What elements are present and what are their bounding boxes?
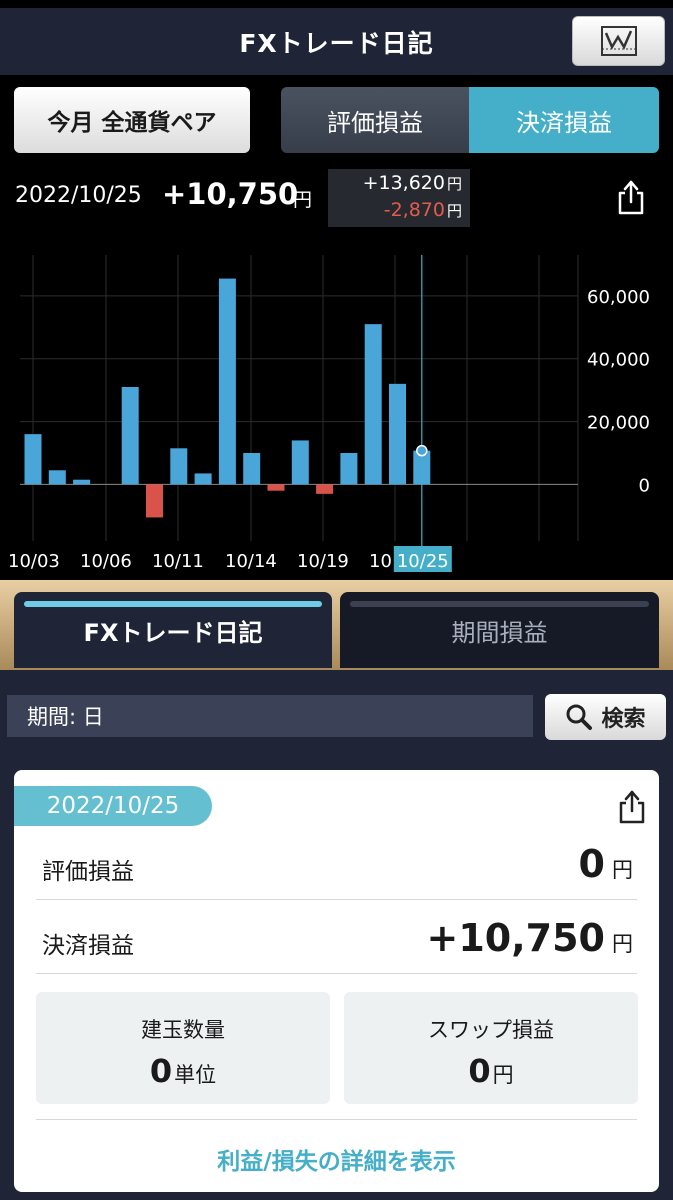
tab-label: FXトレード日記 xyxy=(83,618,263,647)
bar xyxy=(146,484,163,518)
positions-value-line: 0単位 xyxy=(36,1052,330,1090)
bar xyxy=(73,479,91,485)
app-header: FXトレード日記 xyxy=(0,0,673,75)
bar xyxy=(170,448,188,485)
search-button-label: 検索 xyxy=(601,707,646,732)
bar xyxy=(121,387,139,485)
card-date: 2022/10/25 xyxy=(14,786,212,826)
positions-box: 建玉数量 0単位 xyxy=(36,992,330,1104)
valuation-pl-unit: 円 xyxy=(612,858,633,882)
y-tick-label: 20,000 xyxy=(587,413,650,434)
tab-label: 期間損益 xyxy=(451,618,548,647)
share-icon[interactable] xyxy=(614,177,648,221)
x-tick-label: 10/06 xyxy=(80,551,132,572)
tab-period-pl[interactable]: 期間損益 xyxy=(340,592,659,668)
bar xyxy=(218,278,236,485)
period-select[interactable]: 期間: 日 xyxy=(7,695,533,737)
search-icon xyxy=(566,704,593,730)
valuation-pl-value: 0 xyxy=(578,842,605,886)
daily-detail-card: 2022/10/25 評価損益 0 円 決済損益 +10,750 円 建玉数量 … xyxy=(14,770,659,1192)
show-pl-details-link[interactable]: 利益/損失の詳細を表示 xyxy=(14,1142,659,1176)
chart-mode-button[interactable] xyxy=(572,16,665,66)
settled-pl-unit: 円 xyxy=(612,932,633,956)
tab-inactive-indicator xyxy=(350,601,649,607)
swap-unit: 円 xyxy=(492,1063,514,1087)
bar xyxy=(389,383,406,485)
tab-fx-trade-diary[interactable]: FXトレード日記 xyxy=(14,592,332,668)
summary-total: +10,750 xyxy=(162,177,299,211)
settled-pl-row: 決済損益 +10,750 円 xyxy=(36,900,637,974)
profit-loss-breakdown: +13,620 円 -2,870 円 xyxy=(328,169,470,227)
bar xyxy=(194,473,212,485)
chart-controls: 今月 全通貨ペア 評価損益 決済損益 xyxy=(0,75,673,163)
bar xyxy=(267,484,285,491)
detail-section: 2022/10/25 評価損益 0 円 決済損益 +10,750 円 建玉数量 … xyxy=(0,756,673,1200)
bar xyxy=(48,470,66,485)
segment-settled-pl[interactable]: 決済損益 xyxy=(469,87,659,153)
selected-day-summary: 2022/10/25 +10,750 円 +13,620 円 -2,870 円 xyxy=(0,163,673,233)
selected-point xyxy=(416,444,428,457)
line-chart-icon xyxy=(600,26,637,56)
segment-valuation-pl[interactable]: 評価損益 xyxy=(281,87,469,153)
y-tick-label: 60,000 xyxy=(587,287,650,308)
tab-active-indicator xyxy=(24,601,322,607)
x-tick-label: 10/03 xyxy=(8,551,60,572)
x-tick-label: 10/11 xyxy=(152,551,204,572)
x-tick-label: 10/19 xyxy=(297,551,349,572)
x-tick-label: 10 xyxy=(369,551,392,572)
positions-unit: 単位 xyxy=(174,1063,217,1087)
summary-profit: +13,620 円 xyxy=(362,172,462,194)
search-button[interactable]: 検索 xyxy=(545,694,666,740)
share-icon[interactable] xyxy=(617,788,647,830)
page-title: FXトレード日記 xyxy=(239,28,434,58)
summary-total-unit: 円 xyxy=(293,189,313,211)
currency-pair-button[interactable]: 今月 全通貨ペア xyxy=(14,87,250,153)
tab-bar: FXトレード日記 期間損益 xyxy=(0,580,673,670)
settled-pl-label: 決済損益 xyxy=(42,933,134,959)
positions-label: 建玉数量 xyxy=(141,1018,225,1042)
valuation-pl-row: 評価損益 0 円 xyxy=(36,826,637,900)
swap-label: スワップ損益 xyxy=(428,1018,554,1042)
y-tick-label: 0 xyxy=(639,475,650,496)
x-tick-label: 10/14 xyxy=(225,551,277,572)
bar xyxy=(364,324,382,485)
daily-pl-bar-chart[interactable]: 0 20,000 40,000 60,000 10/03 10/06 10/11 10/14 1… xyxy=(0,233,673,580)
bar xyxy=(24,434,42,485)
settled-pl-value: +10,750 xyxy=(426,916,605,960)
bar xyxy=(291,440,309,485)
bar xyxy=(243,453,261,485)
summary-loss: -2,870 円 xyxy=(383,199,462,221)
y-tick-label: 40,000 xyxy=(587,350,650,371)
swap-value: 0 xyxy=(468,1052,491,1090)
positions-value: 0 xyxy=(149,1052,173,1090)
period-filter: 期間: 日 検索 xyxy=(0,670,673,756)
swap-value-line: 0円 xyxy=(344,1052,638,1090)
bar xyxy=(316,484,334,494)
selected-date-label: 10/25 xyxy=(397,551,449,572)
bar xyxy=(340,453,358,485)
swap-box: スワップ損益 0円 xyxy=(344,992,638,1104)
summary-date: 2022/10/25 xyxy=(15,183,142,208)
divider xyxy=(36,1119,637,1120)
valuation-pl-label: 評価損益 xyxy=(42,859,134,885)
